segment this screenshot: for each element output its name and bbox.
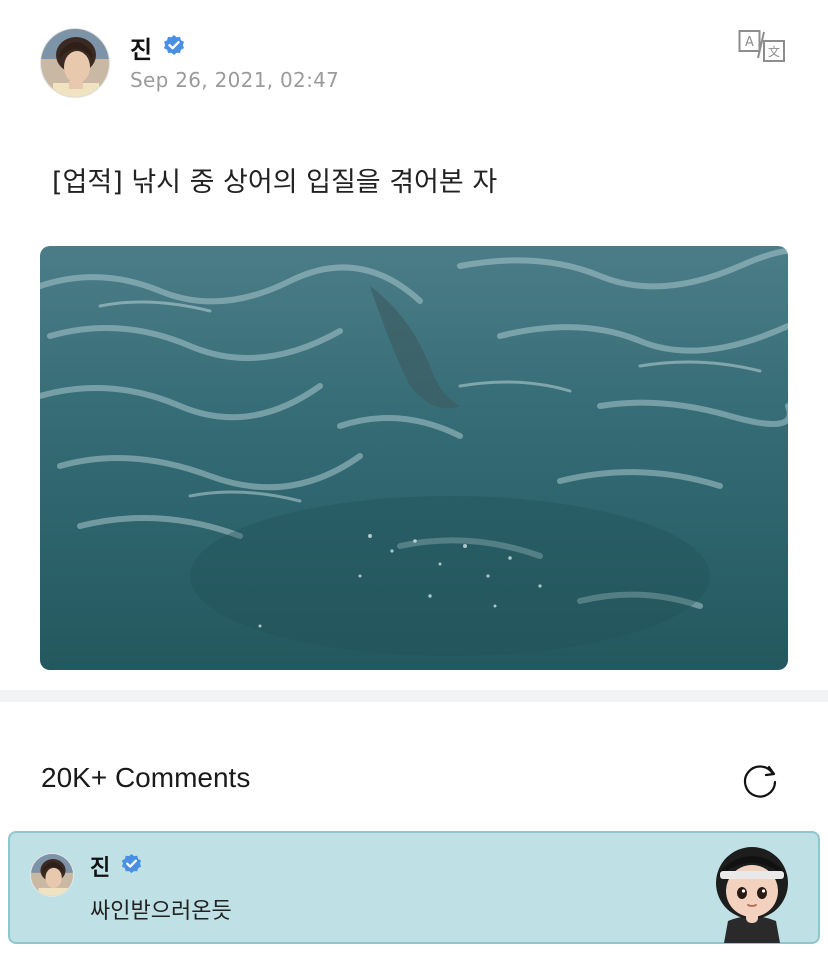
verified-badge-icon xyxy=(121,853,142,874)
post-video[interactable] xyxy=(40,246,788,670)
svg-text:A: A xyxy=(745,35,754,50)
svg-text:文: 文 xyxy=(768,44,780,59)
section-divider xyxy=(0,690,828,702)
translate-icon: A 文 xyxy=(738,30,785,62)
post-header: 진 Sep 26, 2021, 02:47 A 文 xyxy=(40,28,788,100)
refresh-button[interactable] xyxy=(740,760,780,800)
post-text: [업적] 낚시 중 상어의 입질을 겪어본 자 xyxy=(52,167,498,198)
post-date: Sep 26, 2021, 02:47 xyxy=(130,68,340,92)
refresh-icon xyxy=(743,765,777,798)
author-avatar[interactable] xyxy=(40,28,110,98)
commenter-name[interactable]: 진 xyxy=(90,850,110,882)
commenter-avatar[interactable] xyxy=(30,853,74,897)
character-sticker-icon xyxy=(716,847,788,943)
verified-badge-icon xyxy=(164,35,184,55)
translate-button[interactable]: A 文 xyxy=(738,28,788,64)
comment-text: 싸인받으러온듯 xyxy=(90,899,232,924)
author-name[interactable]: 진 xyxy=(130,30,152,65)
comments-count-title: 20K+ Comments xyxy=(41,762,251,793)
pinned-comment[interactable]: 진 싸인받으러온듯 xyxy=(8,831,820,944)
